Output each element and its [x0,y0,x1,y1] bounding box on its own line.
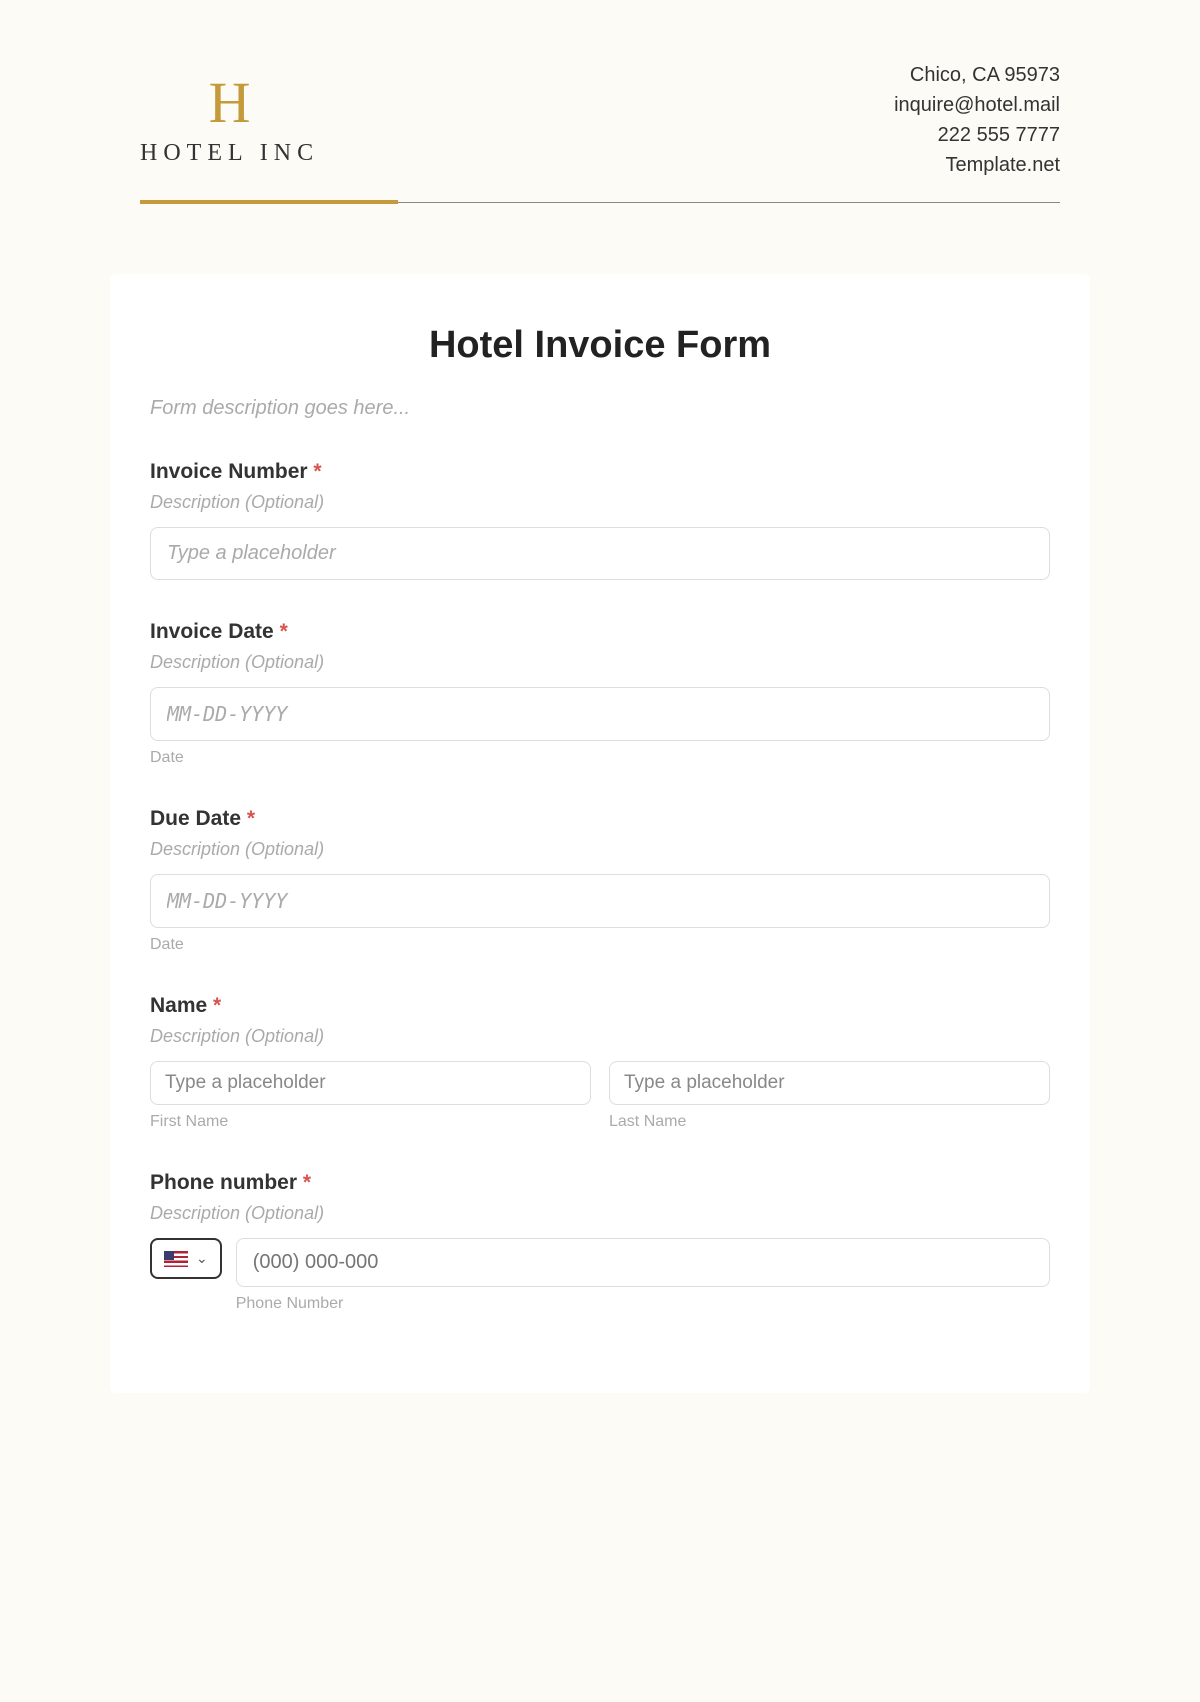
invoice-number-field: Invoice Number * Description (Optional) [110,460,1090,580]
required-mark: * [213,994,221,1017]
form-description: Form description goes here... [110,397,1090,420]
us-flag-icon [164,1251,188,1267]
due-date-sublabel: Date [150,936,1050,954]
form-container: Hotel Invoice Form Form description goes… [110,274,1090,1393]
phone-label: Phone number * [150,1171,1050,1195]
phone-desc: Description (Optional) [150,1203,1050,1224]
due-date-desc: Description (Optional) [150,839,1050,860]
last-name-input[interactable] [609,1061,1050,1105]
contact-email: inquire@hotel.mail [894,90,1060,120]
invoice-number-label: Invoice Number * [150,460,1050,484]
logo-text: HOTEL INC [140,140,319,167]
phone-field: Phone number * Description (Optional) ⌄ … [110,1171,1090,1313]
invoice-date-desc: Description (Optional) [150,652,1050,673]
invoice-date-input[interactable] [150,687,1050,741]
invoice-date-sublabel: Date [150,749,1050,767]
first-name-input[interactable] [150,1061,591,1105]
due-date-input[interactable] [150,874,1050,928]
phone-number-input[interactable] [236,1238,1050,1287]
form-title: Hotel Invoice Form [110,324,1090,367]
header: H HOTEL INC Chico, CA 95973 inquire@hote… [0,0,1200,200]
required-mark: * [303,1171,311,1194]
invoice-number-input[interactable] [150,527,1050,580]
last-name-sublabel: Last Name [609,1113,1050,1131]
invoice-date-label: Invoice Date * [150,620,1050,644]
invoice-date-field: Invoice Date * Description (Optional) Da… [110,620,1090,767]
due-date-label: Due Date * [150,807,1050,831]
invoice-number-desc: Description (Optional) [150,492,1050,513]
name-field: Name * Description (Optional) First Name… [110,994,1090,1131]
first-name-sublabel: First Name [150,1113,591,1131]
country-code-select[interactable]: ⌄ [150,1238,222,1279]
name-desc: Description (Optional) [150,1026,1050,1047]
contact-info: Chico, CA 95973 inquire@hotel.mail 222 5… [894,60,1060,180]
contact-phone: 222 555 7777 [894,120,1060,150]
contact-address: Chico, CA 95973 [894,60,1060,90]
header-divider [140,200,1060,204]
due-date-field: Due Date * Description (Optional) Date [110,807,1090,954]
logo-icon: H [209,74,251,132]
phone-sublabel: Phone Number [236,1295,1050,1313]
required-mark: * [313,460,321,483]
required-mark: * [280,620,288,643]
contact-site: Template.net [894,150,1060,180]
logo: H HOTEL INC [140,74,319,167]
required-mark: * [247,807,255,830]
chevron-down-icon: ⌄ [196,1250,208,1267]
name-label: Name * [150,994,1050,1018]
